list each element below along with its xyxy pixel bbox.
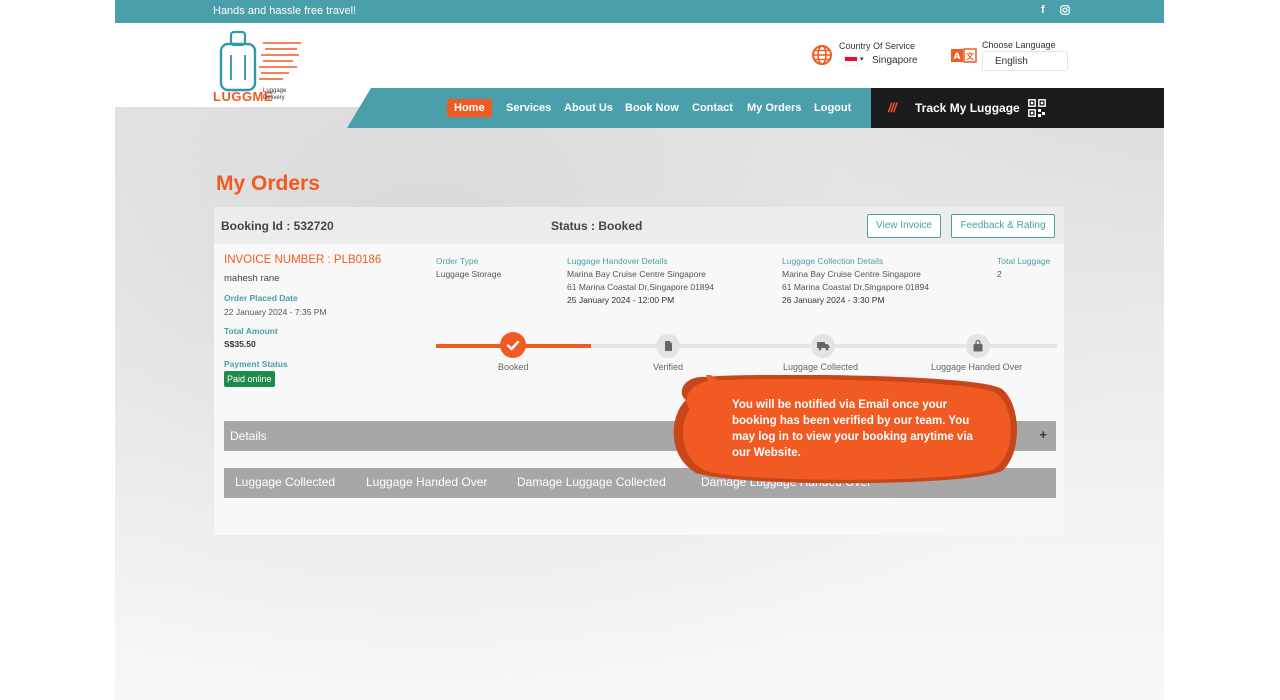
- logo[interactable]: LUGGME Luggage Delivery: [213, 27, 305, 105]
- check-icon: [506, 340, 520, 351]
- svg-text:文: 文: [966, 51, 975, 61]
- qr-code-icon[interactable]: [1028, 99, 1046, 117]
- svg-text:A: A: [954, 52, 961, 62]
- instagram-icon[interactable]: [1060, 5, 1070, 18]
- globe-icon: [812, 45, 832, 65]
- feedback-rating-button[interactable]: Feedback & Rating: [951, 214, 1055, 238]
- step-label-booked: Booked: [498, 362, 529, 372]
- step-luggage-handed-over: [966, 334, 990, 358]
- total-amount: S$35.50: [224, 339, 256, 349]
- booking-status: Status : Booked: [551, 219, 643, 233]
- step-label-luggage-handed-over: Luggage Handed Over: [931, 362, 1023, 372]
- step-luggage-collected: [811, 334, 835, 358]
- payment-status-badge: Paid online: [224, 371, 275, 387]
- collection-address: 61 Marina Coastal Dr,Singapore 01894: [782, 282, 929, 292]
- page: Hands and hassle free travel! f LUGGME L…: [115, 0, 1164, 700]
- language-dropdown[interactable]: English: [982, 51, 1068, 71]
- collection-time: 26 January 2024 - 3:30 PM: [782, 295, 885, 305]
- nav-logout[interactable]: Logout: [814, 102, 851, 114]
- order-placed-label: Order Placed Date: [224, 293, 298, 303]
- tab-divider: [224, 498, 892, 499]
- nav-about-us[interactable]: About Us: [564, 102, 613, 114]
- customer-name: mahesh rane: [224, 273, 280, 284]
- top-bar: Hands and hassle free travel! f: [115, 0, 1164, 23]
- handover-details-label: Luggage Handover Details: [567, 256, 668, 266]
- tab-luggage-collected[interactable]: Luggage Collected: [235, 475, 335, 489]
- tooltip-text: You will be notified via Email once your…: [732, 399, 973, 459]
- nav-book-now[interactable]: Book Now: [625, 102, 679, 114]
- order-card-header: Booking Id : 532720 Status : Booked View…: [214, 207, 1064, 244]
- order-type: Luggage Storage: [436, 269, 502, 279]
- expand-plus-icon[interactable]: +: [1039, 427, 1047, 442]
- order-type-label: Order Type: [436, 256, 479, 266]
- document-icon: [665, 341, 672, 351]
- total-luggage: 2: [997, 269, 1002, 279]
- collection-details-label: Luggage Collection Details: [782, 256, 884, 266]
- truck-icon: [817, 342, 830, 351]
- total-luggage-label: Total Luggage: [997, 256, 1051, 266]
- slash-decoration: ///: [888, 100, 897, 115]
- order-card: Booking Id : 532720 Status : Booked View…: [214, 207, 1064, 535]
- nav-my-orders[interactable]: My Orders: [747, 102, 801, 114]
- step-label-luggage-collected: Luggage Collected: [783, 362, 859, 372]
- nav-home[interactable]: Home: [447, 99, 492, 117]
- nav-services[interactable]: Services: [506, 102, 551, 114]
- country-value: Singapore: [872, 55, 918, 66]
- track-my-luggage[interactable]: /// Track My Luggage: [871, 88, 1164, 128]
- bag-icon: [973, 339, 983, 352]
- booking-id: Booking Id : 532720: [221, 219, 334, 233]
- invoice-number: INVOICE NUMBER : PLB0186: [224, 254, 382, 266]
- view-invoice-button[interactable]: View Invoice: [867, 214, 941, 238]
- tab-luggage-handed-over[interactable]: Luggage Handed Over: [366, 475, 487, 489]
- handover-place: Marina Bay Cruise Centre Singapore: [567, 269, 706, 279]
- handover-time: 25 January 2024 - 12:00 PM: [567, 295, 675, 305]
- tagline: Hands and hassle free travel!: [213, 5, 357, 17]
- step-booked: [500, 332, 526, 358]
- step-verified: [656, 334, 680, 358]
- nav-contact[interactable]: Contact: [692, 102, 733, 114]
- track-luggage-label: Track My Luggage: [915, 101, 1020, 115]
- handover-address: 61 Marina Coastal Dr,Singapore 01894: [567, 282, 714, 292]
- country-label: Country Of Service: [839, 41, 916, 51]
- details-label: Details: [230, 429, 267, 443]
- page-title: My Orders: [216, 172, 320, 195]
- payment-status-label: Payment Status: [224, 359, 288, 369]
- singapore-flag-icon: [844, 56, 858, 66]
- collection-place: Marina Bay Cruise Centre Singapore: [782, 269, 921, 279]
- logo-subtext: Luggage Delivery: [263, 88, 287, 101]
- tab-damage-luggage-collected[interactable]: Damage Luggage Collected: [517, 475, 666, 489]
- language-label: Choose Language: [982, 40, 1056, 50]
- total-amount-label: Total Amount: [224, 326, 278, 336]
- chevron-down-icon: ▾: [860, 56, 864, 63]
- facebook-icon[interactable]: f: [1041, 4, 1045, 16]
- order-placed-date: 22 January 2024 - 7:35 PM: [224, 307, 327, 317]
- translate-icon: A 文: [951, 48, 977, 63]
- step-label-verified: Verified: [653, 362, 684, 372]
